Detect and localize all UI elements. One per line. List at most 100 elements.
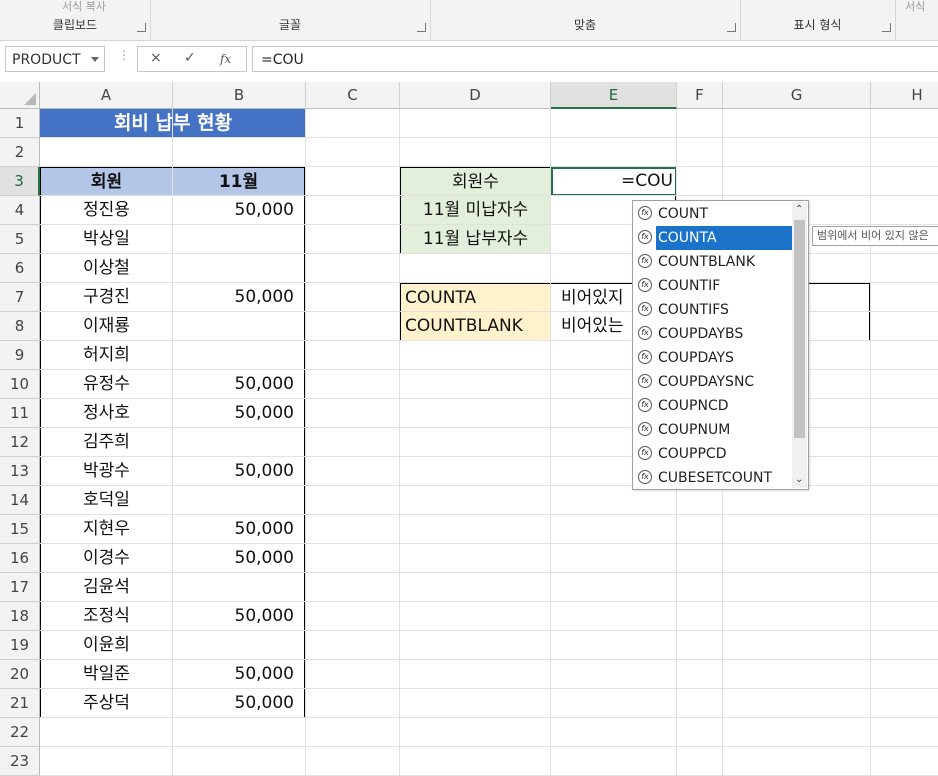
table-cell-name[interactable]: 허지희 (40, 341, 173, 370)
autocomplete-item[interactable]: fx COUNTIF (637, 274, 793, 298)
table-cell-amount[interactable]: 50,000 (172, 399, 305, 428)
row-header-22[interactable]: 22 (0, 718, 40, 747)
row-header-3[interactable]: 3 (0, 167, 40, 196)
table-cell-name[interactable]: 호덕일 (40, 486, 173, 515)
row-header-12[interactable]: 12 (0, 428, 40, 457)
table-cell-amount[interactable]: 50,000 (172, 196, 305, 225)
column-header-e[interactable]: E (551, 82, 677, 109)
table-cell-name[interactable]: 이상철 (40, 254, 173, 283)
formula-input[interactable]: =COU (252, 46, 938, 72)
row-header-17[interactable]: 17 (0, 573, 40, 602)
table-cell-name[interactable]: 이윤희 (40, 631, 173, 660)
scrollbar[interactable]: ⌃ ⌄ (792, 202, 807, 488)
autocomplete-item[interactable]: fx COUPDAYSNC (637, 370, 793, 394)
table-cell-amount[interactable]: 50,000 (172, 689, 305, 718)
enter-icon[interactable]: ✓ (184, 50, 196, 66)
autocomplete-item[interactable]: fx COUPDAYBS (637, 322, 793, 346)
row-header-2[interactable]: 2 (0, 138, 40, 167)
table-cell-name[interactable]: 박상일 (40, 225, 173, 254)
table-cell-amount[interactable] (172, 254, 305, 283)
autocomplete-item[interactable]: fx COUNTBLANK (637, 250, 793, 274)
dialog-launcher-icon[interactable] (417, 23, 426, 32)
autocomplete-item[interactable]: fx COUPPCD (637, 442, 793, 466)
table-cell-name[interactable]: 지현우 (40, 515, 173, 544)
cell-format-label[interactable]: 서식 (905, 0, 925, 14)
table-header-member[interactable]: 회원 (40, 167, 173, 196)
table-cell-name[interactable]: 주상덕 (40, 689, 173, 718)
name-box[interactable]: PRODUCT (5, 46, 105, 72)
table-cell-name[interactable]: 이경수 (40, 544, 173, 573)
table-cell-amount[interactable] (172, 312, 305, 341)
column-header-c[interactable]: C (306, 82, 400, 109)
table-cell-amount[interactable] (172, 341, 305, 370)
table-cell-amount[interactable]: 50,000 (172, 457, 305, 486)
dialog-launcher-icon[interactable] (727, 23, 736, 32)
table-cell-name[interactable]: 김주희 (40, 428, 173, 457)
column-header-g[interactable]: G (723, 82, 871, 109)
summary-label[interactable]: 11월 납부자수 (400, 225, 551, 254)
table-cell-name[interactable]: 정진용 (40, 196, 173, 225)
select-all-button[interactable] (0, 82, 40, 109)
dialog-launcher-icon[interactable] (137, 23, 146, 32)
table-cell-amount[interactable]: 50,000 (172, 602, 305, 631)
row-header-15[interactable]: 15 (0, 515, 40, 544)
summary-label[interactable]: 회원수 (400, 167, 551, 196)
table-cell-amount[interactable]: 50,000 (172, 283, 305, 312)
splitter-icon[interactable]: ⋮ (118, 49, 130, 67)
row-header-6[interactable]: 6 (0, 254, 40, 283)
table-cell-amount[interactable] (172, 573, 305, 602)
row-header-1[interactable]: 1 (0, 109, 40, 138)
row-header-8[interactable]: 8 (0, 312, 40, 341)
table-cell-name[interactable]: 유정수 (40, 370, 173, 399)
summary-label[interactable]: 11월 미납자수 (400, 196, 551, 225)
table-cell-amount[interactable] (172, 428, 305, 457)
table-cell-amount[interactable] (172, 225, 305, 254)
autocomplete-item[interactable]: fx COUNTA (637, 225, 795, 251)
row-header-14[interactable]: 14 (0, 486, 40, 515)
autocomplete-item[interactable]: fx COUPNCD (637, 394, 793, 418)
table-cell-name[interactable]: 조정식 (40, 602, 173, 631)
autocomplete-item[interactable]: fx CUBESETCOUNT (637, 466, 793, 490)
row-header-13[interactable]: 13 (0, 457, 40, 486)
table-cell-amount[interactable]: 50,000 (172, 370, 305, 399)
table-cell-amount[interactable]: 50,000 (172, 544, 305, 573)
row-header-18[interactable]: 18 (0, 602, 40, 631)
row-header-20[interactable]: 20 (0, 660, 40, 689)
table-cell-name[interactable]: 박일준 (40, 660, 173, 689)
table-cell-amount[interactable]: 50,000 (172, 660, 305, 689)
table-cell-name[interactable]: 정사호 (40, 399, 173, 428)
row-header-4[interactable]: 4 (0, 196, 40, 225)
column-header-h[interactable]: H (871, 82, 938, 109)
row-header-10[interactable]: 10 (0, 370, 40, 399)
note-function-name[interactable]: COUNTA (400, 283, 551, 312)
row-header-23[interactable]: 23 (0, 747, 40, 776)
note-function-name[interactable]: COUNTBLANK (400, 312, 551, 341)
chevron-up-icon[interactable]: ⌃ (795, 205, 803, 215)
column-header-d[interactable]: D (400, 82, 551, 109)
table-cell-amount[interactable] (172, 631, 305, 660)
table-cell-amount[interactable] (172, 486, 305, 515)
insert-function-icon[interactable]: fx (220, 52, 231, 66)
row-header-7[interactable]: 7 (0, 283, 40, 312)
active-cell[interactable]: =COU (551, 167, 677, 196)
chevron-down-icon[interactable] (91, 57, 99, 62)
table-cell-name[interactable]: 이재룡 (40, 312, 173, 341)
autocomplete-item[interactable]: fx COUPDAYS (637, 346, 793, 370)
autocomplete-item[interactable]: fx COUPNUM (637, 418, 793, 442)
column-header-f[interactable]: F (677, 82, 723, 109)
row-header-9[interactable]: 9 (0, 341, 40, 370)
column-header-b[interactable]: B (173, 82, 306, 109)
autocomplete-item[interactable]: fx COUNTIFS (637, 298, 793, 322)
cancel-icon[interactable]: × (150, 50, 162, 66)
table-cell-amount[interactable]: 50,000 (172, 515, 305, 544)
row-header-19[interactable]: 19 (0, 631, 40, 660)
chevron-down-icon[interactable]: ⌄ (795, 475, 803, 485)
row-header-21[interactable]: 21 (0, 689, 40, 718)
column-header-a[interactable]: A (40, 82, 173, 109)
row-header-5[interactable]: 5 (0, 225, 40, 254)
table-cell-name[interactable]: 김윤석 (40, 573, 173, 602)
scrollbar-thumb[interactable] (794, 220, 805, 438)
row-header-11[interactable]: 11 (0, 399, 40, 428)
sheet-title[interactable]: 회비 납부 현황 (40, 109, 306, 138)
table-cell-name[interactable]: 박광수 (40, 457, 173, 486)
